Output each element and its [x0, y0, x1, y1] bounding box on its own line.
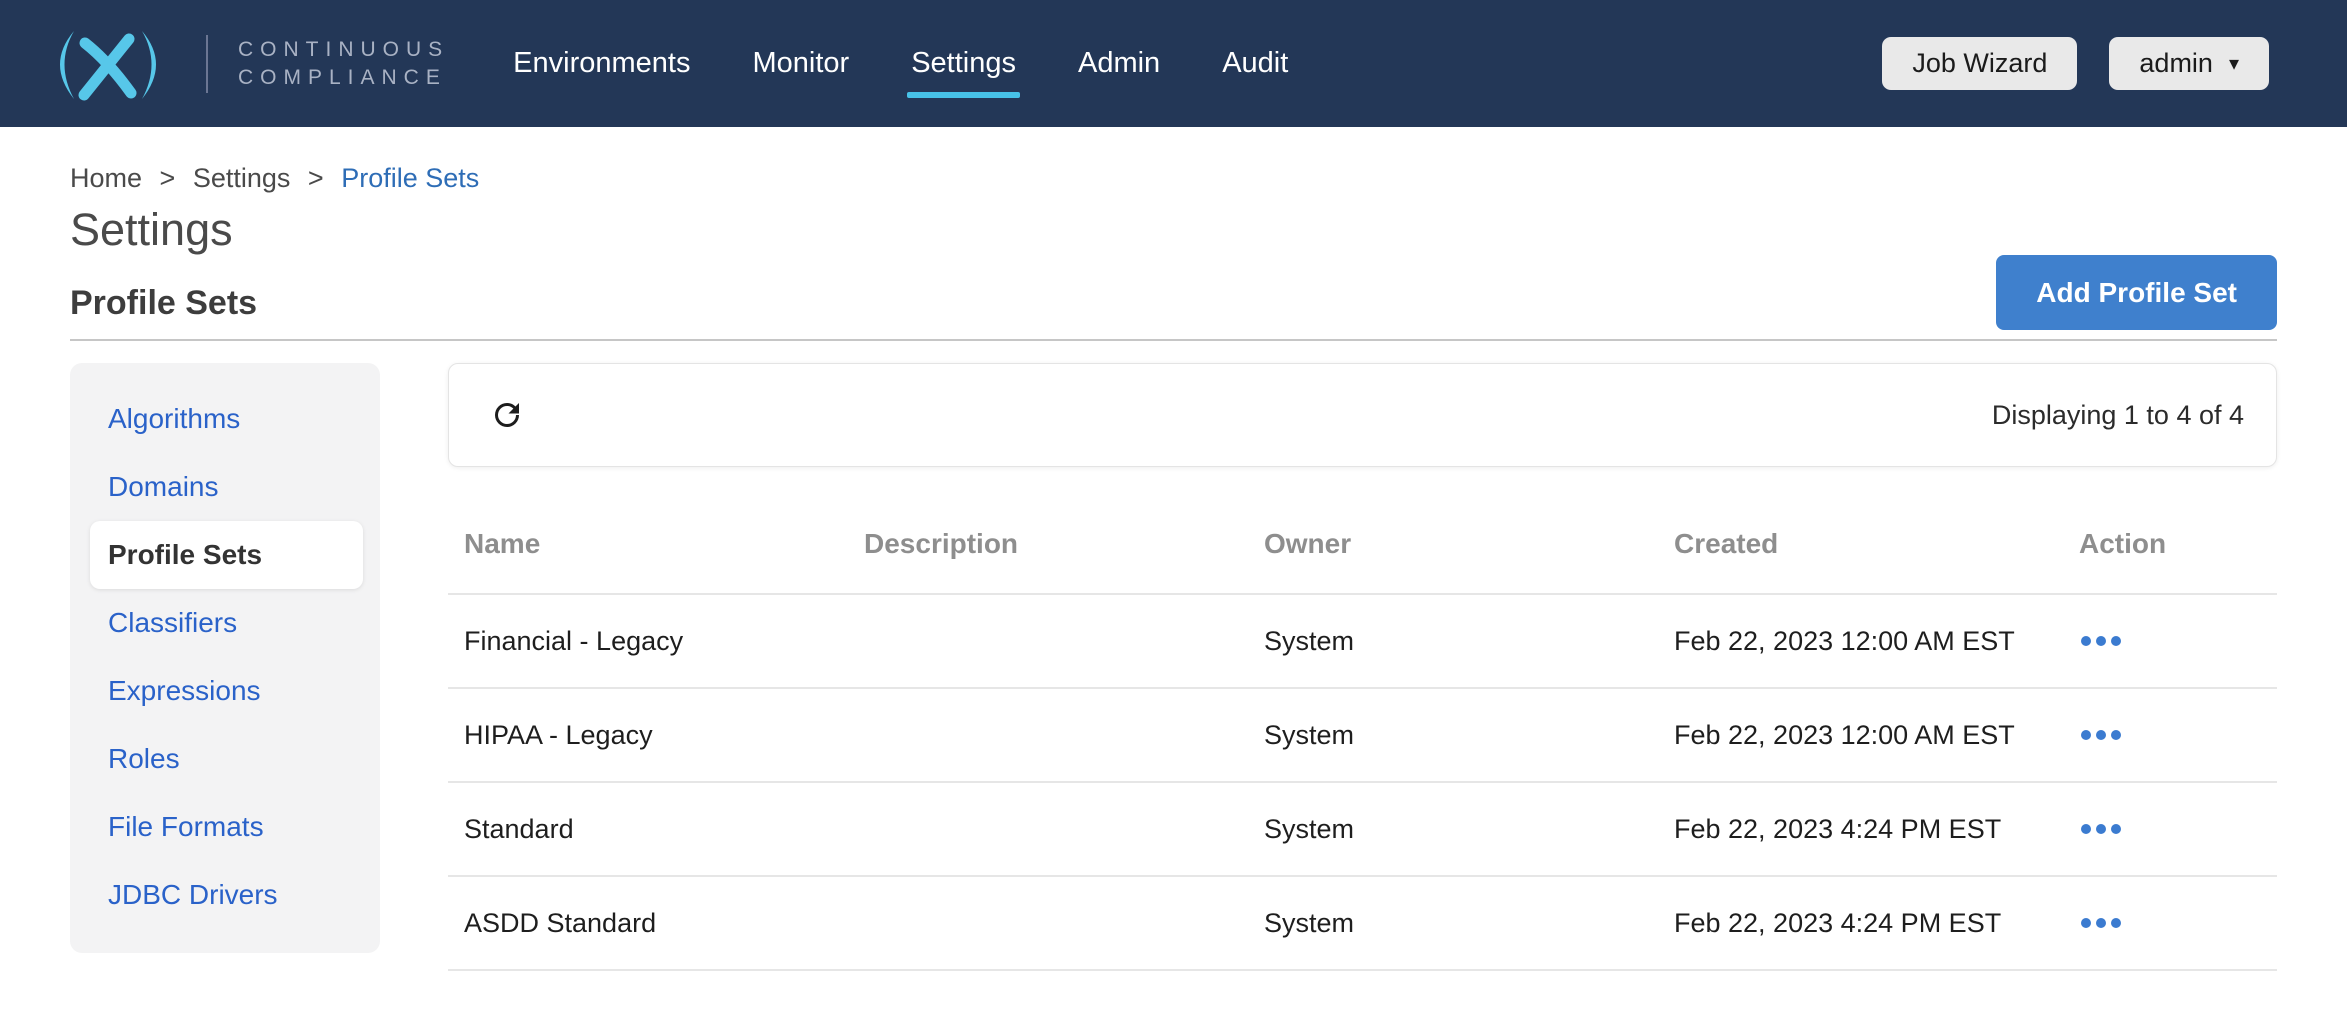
cell-name: ASDD Standard: [464, 908, 864, 939]
nav-item-environments[interactable]: Environments: [511, 41, 692, 86]
cell-owner: System: [1264, 908, 1674, 939]
table-row: Standard System Feb 22, 2023 4:24 PM EST: [448, 783, 2277, 877]
cell-owner: System: [1264, 720, 1674, 751]
user-menu-button[interactable]: admin ▾: [2109, 37, 2269, 90]
nav-item-settings[interactable]: Settings: [909, 41, 1018, 86]
sidebar-item-file-formats[interactable]: File Formats: [70, 793, 380, 861]
chevron-down-icon: ▾: [2229, 51, 2239, 76]
breadcrumb: Home > Settings > Profile Sets: [70, 163, 2277, 194]
section-title: Profile Sets: [70, 284, 2277, 323]
ellipsis-icon: [2081, 918, 2091, 928]
navbar-right: Job Wizard admin ▾: [1882, 37, 2269, 90]
column-header-name: Name: [464, 528, 864, 560]
sidebar-item-roles[interactable]: Roles: [70, 725, 380, 793]
cell-name: Financial - Legacy: [464, 626, 864, 657]
brand-divider: [206, 35, 208, 93]
section-divider: [70, 339, 2277, 341]
sidebar-item-algorithms[interactable]: Algorithms: [70, 385, 380, 453]
page-container: Home > Settings > Profile Sets Settings …: [0, 163, 2347, 971]
nav-item-monitor[interactable]: Monitor: [750, 41, 851, 86]
ellipsis-icon: [2081, 824, 2091, 834]
row-actions-button[interactable]: [2079, 910, 2133, 936]
breadcrumb-home[interactable]: Home: [70, 163, 142, 193]
content-row: Algorithms Domains Profile Sets Classifi…: [70, 363, 2277, 971]
sidebar-item-expressions[interactable]: Expressions: [70, 657, 380, 725]
top-navbar: CONTINUOUS COMPLIANCE Environments Monit…: [0, 0, 2347, 127]
cell-name: Standard: [464, 814, 864, 845]
sidebar-item-profile-sets[interactable]: Profile Sets: [90, 521, 363, 589]
row-actions-button[interactable]: [2079, 722, 2133, 748]
nav-item-audit[interactable]: Audit: [1220, 41, 1290, 86]
job-wizard-button[interactable]: Job Wizard: [1882, 37, 2077, 90]
page-title: Settings: [70, 204, 2277, 256]
cell-created: Feb 22, 2023 12:00 AM EST: [1674, 720, 2079, 751]
ellipsis-icon: [2081, 730, 2091, 740]
product-name-line2: COMPLIANCE: [238, 64, 449, 92]
cell-owner: System: [1264, 814, 1674, 845]
cell-name: HIPAA - Legacy: [464, 720, 864, 751]
column-header-created: Created: [1674, 528, 2079, 560]
settings-sidebar: Algorithms Domains Profile Sets Classifi…: [70, 363, 380, 953]
delphix-logo-icon: [38, 21, 176, 107]
cell-created: Feb 22, 2023 4:24 PM EST: [1674, 908, 2079, 939]
table-row: ASDD Standard System Feb 22, 2023 4:24 P…: [448, 877, 2277, 971]
breadcrumb-profile-sets: Profile Sets: [341, 163, 479, 193]
column-header-description: Description: [864, 528, 1264, 560]
add-profile-set-button[interactable]: Add Profile Set: [1996, 255, 2277, 330]
table-toolbar: Displaying 1 to 4 of 4: [448, 363, 2277, 467]
sidebar-item-jdbc-drivers[interactable]: JDBC Drivers: [70, 861, 380, 929]
table-row: Financial - Legacy System Feb 22, 2023 1…: [448, 595, 2277, 689]
cell-created: Feb 22, 2023 12:00 AM EST: [1674, 626, 2079, 657]
sidebar-item-domains[interactable]: Domains: [70, 453, 380, 521]
primary-nav: Environments Monitor Settings Admin Audi…: [511, 41, 1290, 86]
row-actions-button[interactable]: [2079, 816, 2133, 842]
refresh-icon: [489, 397, 525, 433]
paging-status: Displaying 1 to 4 of 4: [1992, 400, 2244, 431]
cell-owner: System: [1264, 626, 1674, 657]
sidebar-item-classifiers[interactable]: Classifiers: [70, 589, 380, 657]
refresh-button[interactable]: [487, 395, 527, 435]
table-row: HIPAA - Legacy System Feb 22, 2023 12:00…: [448, 689, 2277, 783]
product-name-line1: CONTINUOUS: [238, 36, 449, 64]
row-actions-button[interactable]: [2079, 628, 2133, 654]
column-header-owner: Owner: [1264, 528, 1674, 560]
breadcrumb-settings[interactable]: Settings: [193, 163, 291, 193]
nav-item-admin[interactable]: Admin: [1076, 41, 1162, 86]
ellipsis-icon: [2081, 636, 2091, 646]
table-header-row: Name Description Owner Created Action: [448, 495, 2277, 595]
breadcrumb-separator: >: [308, 163, 324, 193]
cell-created: Feb 22, 2023 4:24 PM EST: [1674, 814, 2079, 845]
breadcrumb-separator: >: [160, 163, 176, 193]
product-name: CONTINUOUS COMPLIANCE: [238, 36, 449, 92]
column-header-action: Action: [2079, 528, 2277, 560]
user-menu-label: admin: [2139, 48, 2213, 79]
profile-sets-panel: Displaying 1 to 4 of 4 Name Description …: [448, 363, 2277, 971]
